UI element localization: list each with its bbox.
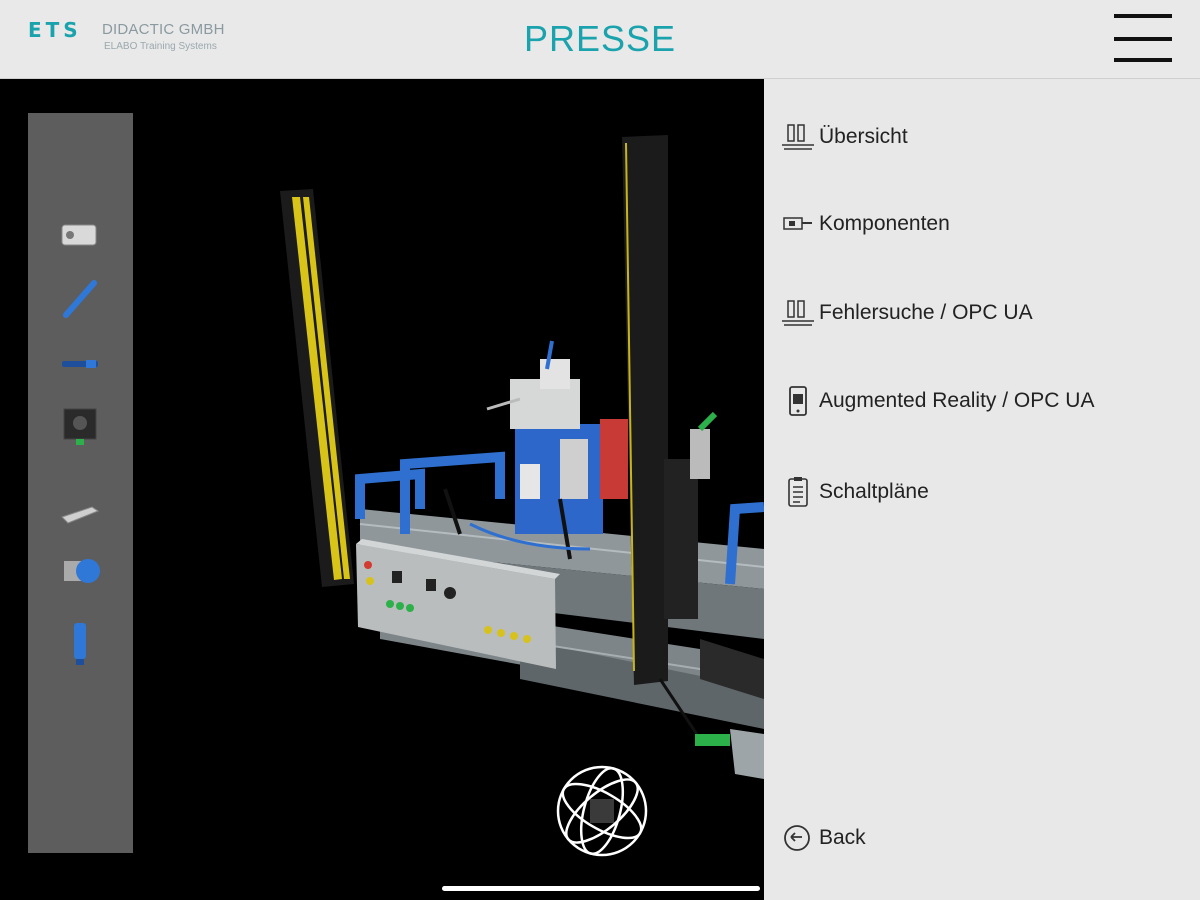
menu-item-augmented-reality[interactable]: Augmented Reality / OPC UA — [780, 381, 1180, 421]
menu-item-circuit-diagrams[interactable]: Schaltpläne — [780, 472, 1180, 512]
circuit-diagram-icon — [788, 477, 808, 507]
gripper-icon[interactable] — [58, 489, 102, 533]
menu-item-overview[interactable]: Übersicht — [780, 117, 1180, 157]
back-icon — [784, 825, 810, 851]
proximity-sensor-icon[interactable] — [58, 549, 102, 593]
component-toolbar — [28, 113, 133, 853]
troubleshooting-icon — [782, 300, 814, 326]
logo-mark: ETS — [28, 18, 82, 42]
home-indicator[interactable] — [442, 886, 760, 891]
menu-item-components[interactable]: Komponenten — [780, 204, 1180, 244]
company-name: DIDACTIC GMBH — [102, 21, 225, 38]
slim-sensor-icon[interactable] — [58, 341, 102, 385]
menu-bar — [1114, 58, 1172, 62]
back-button[interactable]: Back — [780, 818, 1180, 858]
company-logo: ETS DIDACTIC GMBH ELABO Training Systems — [28, 18, 238, 58]
menu-bar — [1114, 37, 1172, 41]
menu-item-troubleshooting[interactable]: Fehlersuche / OPC UA — [780, 293, 1180, 333]
blue-sensor-rod-icon[interactable] — [58, 277, 102, 321]
module-box-icon[interactable] — [58, 403, 102, 447]
menu-bar — [1114, 14, 1172, 18]
menu-item-label: Fehlersuche / OPC UA — [819, 301, 1033, 324]
company-subtitle: ELABO Training Systems — [104, 41, 217, 52]
menu-item-label: Übersicht — [819, 125, 908, 148]
side-menu: Übersicht Komponenten Fehlersuche / OPC … — [764, 79, 1200, 900]
connector-icon[interactable] — [58, 621, 102, 665]
back-label: Back — [819, 826, 866, 849]
menu-item-label: Komponenten — [819, 212, 950, 235]
hamburger-menu-button[interactable] — [1110, 12, 1176, 66]
3d-viewport[interactable] — [0, 79, 764, 900]
page-title: PRESSE — [523, 18, 677, 59]
overview-icon — [782, 124, 814, 150]
cylinder-component-icon[interactable] — [58, 211, 102, 255]
menu-item-label: Schaltpläne — [819, 480, 929, 503]
menu-item-label: Augmented Reality / OPC UA — [819, 389, 1095, 412]
app-header: ETS DIDACTIC GMBH ELABO Training Systems… — [0, 0, 1200, 79]
ar-phone-icon — [789, 386, 807, 416]
components-icon — [783, 217, 812, 230]
rotation-gizmo-icon[interactable] — [552, 761, 652, 861]
